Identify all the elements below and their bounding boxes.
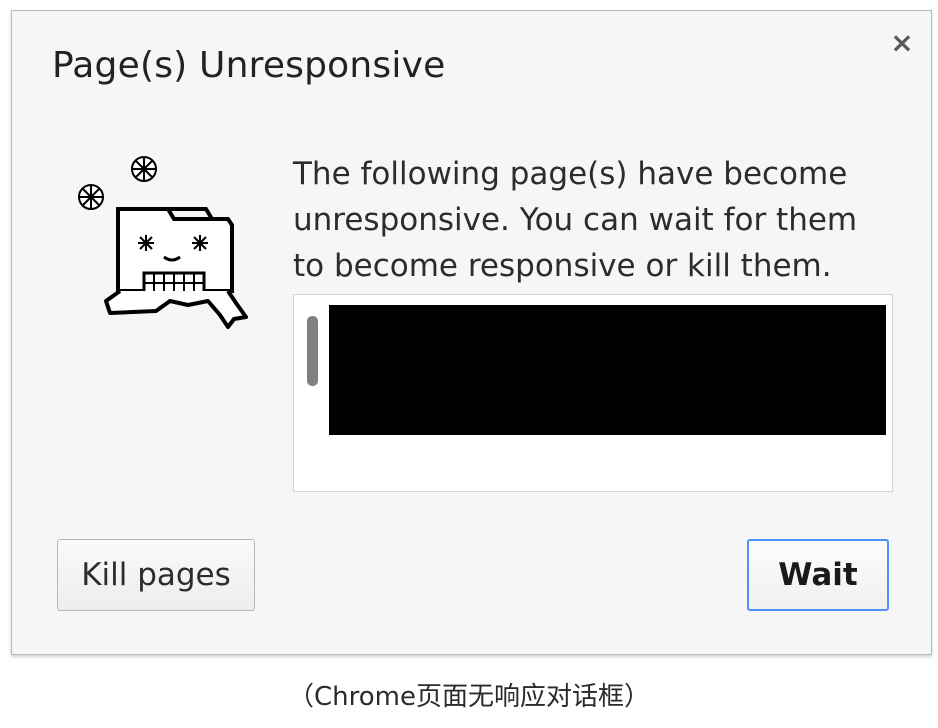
dialog-message: The following page(s) have become unresp… — [293, 156, 858, 284]
frozen-tab-icon — [78, 156, 248, 329]
scrollbar-thumb[interactable] — [307, 316, 318, 386]
list-item[interactable]: [redacted] — [329, 305, 886, 435]
unresponsive-page-list[interactable]: [redacted] — [293, 294, 893, 492]
dialog-title: Page(s) Unresponsive — [52, 45, 446, 86]
image-caption: （Chrome页面无响应对话框） — [288, 682, 650, 712]
wait-button[interactable]: Wait — [747, 539, 889, 611]
kill-pages-button[interactable]: Kill pages — [57, 539, 255, 611]
snowflake-icon — [78, 184, 104, 210]
snowflake-icon — [131, 156, 157, 182]
close-icon[interactable]: × — [889, 29, 915, 57]
unresponsive-dialog: Page(s) Unresponsive × The following pag… — [11, 10, 932, 655]
